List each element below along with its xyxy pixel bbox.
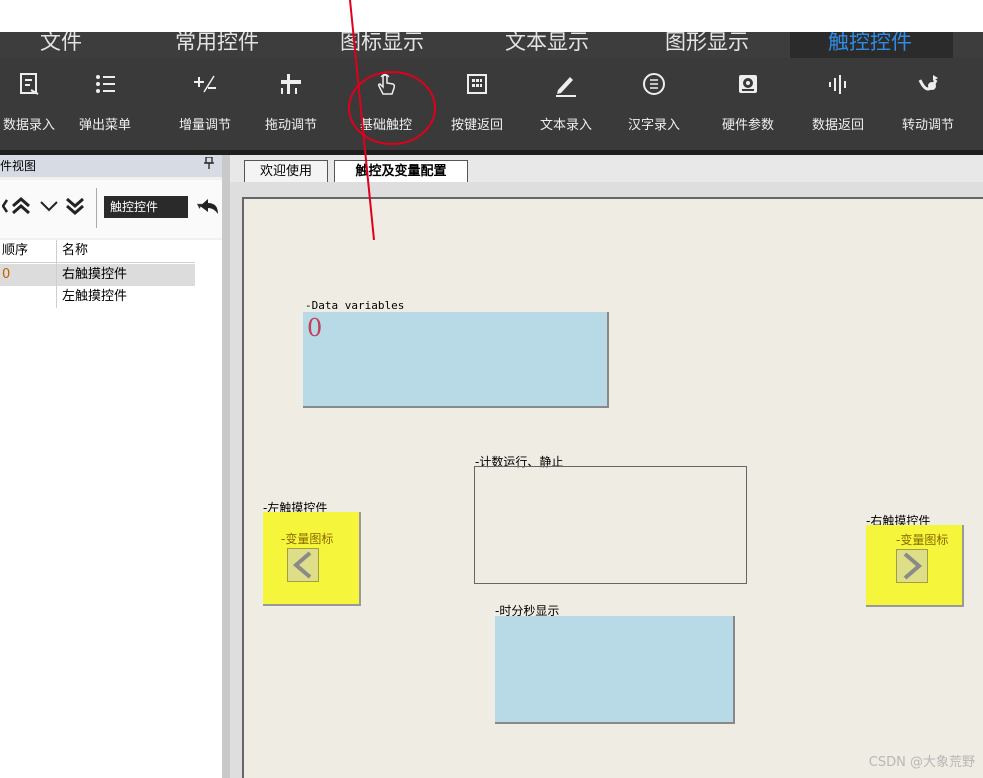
tool-label: 拖动调节 [264,118,317,133]
row-name[interactable]: 右触摸控件 [62,264,127,286]
data-entry-icon [0,72,62,98]
rotate-icon [890,72,966,98]
document-tabs: 欢迎使用 触控及变量配置 [230,155,983,182]
header-underline [0,262,195,263]
pencil-icon [530,72,602,98]
move-left-icon[interactable] [1,198,9,218]
increment-icon [172,72,238,98]
tool-label: 基础触控 [359,118,412,133]
tool-popup-menu[interactable]: 弹出菜单 [70,58,140,150]
panel-header: 件视图 [0,155,222,177]
tool-basic-touch[interactable]: 基础触控 [350,58,422,150]
chevron-right-icon [903,552,923,580]
tool-hardware-params[interactable]: 硬件参数 [712,58,784,150]
combo-value: 触控控件 [110,200,159,214]
move-bottom-icon[interactable] [64,195,86,221]
tool-increment[interactable]: 增量调节 [172,58,238,150]
control-view-panel: 件视图 触控控件 ▾ 顺序 名称 0 右触摸控件 左触摸控件 [0,155,230,778]
tool-label: 弹出菜单 [78,118,131,133]
move-top-icon[interactable] [10,195,32,221]
tool-chinese-entry[interactable]: 汉字录入 [618,58,690,150]
hardware-icon [712,72,784,98]
column-header-name[interactable]: 名称 [62,240,88,262]
design-canvas[interactable]: -Data variables 0 -计数运行、静止 -左触摸控件 -变量图标 … [242,197,983,778]
data-variables-box[interactable]: 0 [303,312,609,408]
touch-hand-icon [350,72,422,98]
tool-label: 汉字录入 [627,118,680,133]
drag-slider-icon [258,72,324,98]
tool-text-entry[interactable]: 文本录入 [530,58,602,150]
move-down-icon[interactable] [38,195,60,221]
tool-rotate-adjust[interactable]: 转动调节 [890,58,966,150]
count-run-stop-box[interactable] [474,466,747,584]
panel-splitter[interactable] [222,155,230,778]
menu-icon-display[interactable]: 图标显示 [340,32,440,58]
watermark: CSDN @大象荒野 [868,755,975,770]
tool-label: 数据返回 [811,118,864,133]
control-list: 顺序 名称 0 右触摸控件 左触摸控件 [0,240,223,778]
tool-data-entry[interactable]: 数据录入 [0,58,62,150]
left-variable-icon-label: -变量图标 [281,532,334,546]
right-arrow-button[interactable] [896,549,928,583]
right-variable-icon-label: -变量图标 [896,533,949,547]
menu-graphic-display[interactable]: 图形显示 [665,32,765,58]
pin-icon[interactable] [204,155,214,177]
keypad-icon [441,72,513,98]
panel-title: 件视图 [0,159,37,173]
row-order[interactable]: 0 [2,264,10,286]
undo-icon[interactable] [198,196,220,222]
toolbar-divider [96,188,97,228]
menu-file[interactable]: 文件 [40,32,100,58]
tool-label: 增量调节 [178,118,231,133]
menu-common-controls[interactable]: 常用控件 [175,32,275,58]
tool-label: 数据录入 [2,118,55,133]
tab-touch-variable-config[interactable]: 触控及变量配置 [334,160,468,182]
time-display-box[interactable] [495,616,735,724]
panel-toolbar: 触控控件 ▾ [0,180,222,238]
control-type-select[interactable]: 触控控件 ▾ [104,196,202,218]
left-arrow-button[interactable] [287,548,319,582]
tool-keypad-return[interactable]: 按键返回 [441,58,513,150]
menu-bar: 文件 常用控件 图标显示 文本显示 图形显示 触控控件 [0,32,983,58]
column-header-order[interactable]: 顺序 [2,240,28,262]
right-touch-control[interactable]: -变量图标 [866,525,964,607]
column-divider [56,240,57,308]
data-variable-value: 0 [307,314,323,342]
waveform-icon [802,72,874,98]
tool-label: 文本录入 [539,118,592,133]
menu-text-display[interactable]: 文本显示 [505,32,605,58]
tool-label: 硬件参数 [721,118,774,133]
tab-welcome[interactable]: 欢迎使用 [244,160,328,182]
tool-drag-slider[interactable]: 拖动调节 [258,58,324,150]
menu-touch-controls[interactable]: 触控控件 [790,32,953,58]
tool-label: 按键返回 [450,118,503,133]
tool-label: 转动调节 [901,118,954,133]
data-variables-label: -Data variables [305,299,405,312]
text-circle-icon [618,72,690,98]
row-name[interactable]: 左触摸控件 [62,286,127,308]
popup-menu-icon [70,72,140,98]
ribbon-toolbar: 数据录入 弹出菜单 增量调节 拖动调节 基础触控 按键返回 文本录入 汉字录入 … [0,58,983,150]
chevron-left-icon [292,551,312,579]
left-touch-control[interactable]: -变量图标 [263,512,361,606]
tool-data-return[interactable]: 数据返回 [802,58,874,150]
